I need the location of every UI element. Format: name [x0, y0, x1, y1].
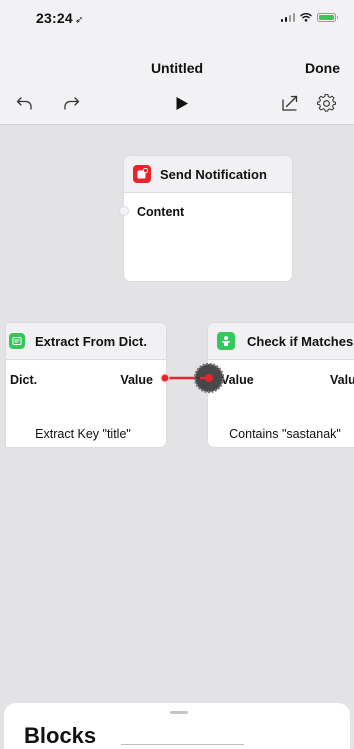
sheet-grabber[interactable]: [170, 711, 188, 714]
extract-key-text: Extract Key "title": [35, 427, 131, 441]
send-notification-block[interactable]: Send Notification Content: [124, 156, 292, 281]
content-input-port[interactable]: [119, 205, 129, 217]
status-time: 23:24 ➶: [36, 10, 83, 26]
wifi-icon: [300, 13, 312, 22]
value-output-label: Value: [120, 373, 153, 387]
blocks-sheet[interactable]: Blocks: [4, 703, 350, 749]
page-title: Untitled: [150, 60, 204, 76]
gear-icon[interactable]: [315, 92, 337, 114]
contains-condition-text: Contains "sastanak": [229, 427, 341, 441]
block-canvas[interactable]: Send Notification Content Extract From D…: [0, 125, 354, 703]
check-if-matches-header: Check if Matches: [208, 323, 354, 360]
sheet-divider: [121, 744, 244, 745]
value-output-label-partial: Valu: [330, 373, 354, 387]
battery-icon: [317, 12, 338, 22]
extract-from-dict-title: Extract From Dict.: [35, 333, 147, 349]
signal-icon: [280, 12, 295, 22]
undo-icon[interactable]: [14, 92, 36, 114]
share-icon[interactable]: [279, 92, 301, 114]
location-arrow-icon: ➶: [74, 15, 84, 26]
value-connection[interactable]: [156, 361, 232, 397]
done-button[interactable]: Done: [305, 60, 340, 76]
screen: 23:24 ➶ Untitled Done Send Notification …: [0, 0, 354, 749]
send-notification-header: Send Notification: [124, 156, 292, 193]
status-indicators: [280, 12, 338, 22]
blocks-title: Blocks: [24, 723, 97, 748]
send-notification-title: Send Notification: [160, 166, 267, 182]
filter-icon: [217, 332, 235, 350]
notification-icon: [133, 165, 151, 183]
content-input-label: Content: [137, 205, 185, 219]
extract-from-dict-block[interactable]: Extract From Dict. Dict. Value Extract K…: [6, 323, 166, 447]
status-time-text: 23:24: [36, 10, 73, 26]
check-if-matches-title: Check if Matches: [247, 333, 354, 349]
top-bar: 23:24 ➶ Untitled Done: [0, 0, 354, 125]
redo-icon[interactable]: [60, 92, 82, 114]
play-icon[interactable]: [171, 92, 193, 114]
extract-from-dict-header: Extract From Dict.: [6, 323, 166, 360]
dictionary-icon: [9, 333, 25, 349]
